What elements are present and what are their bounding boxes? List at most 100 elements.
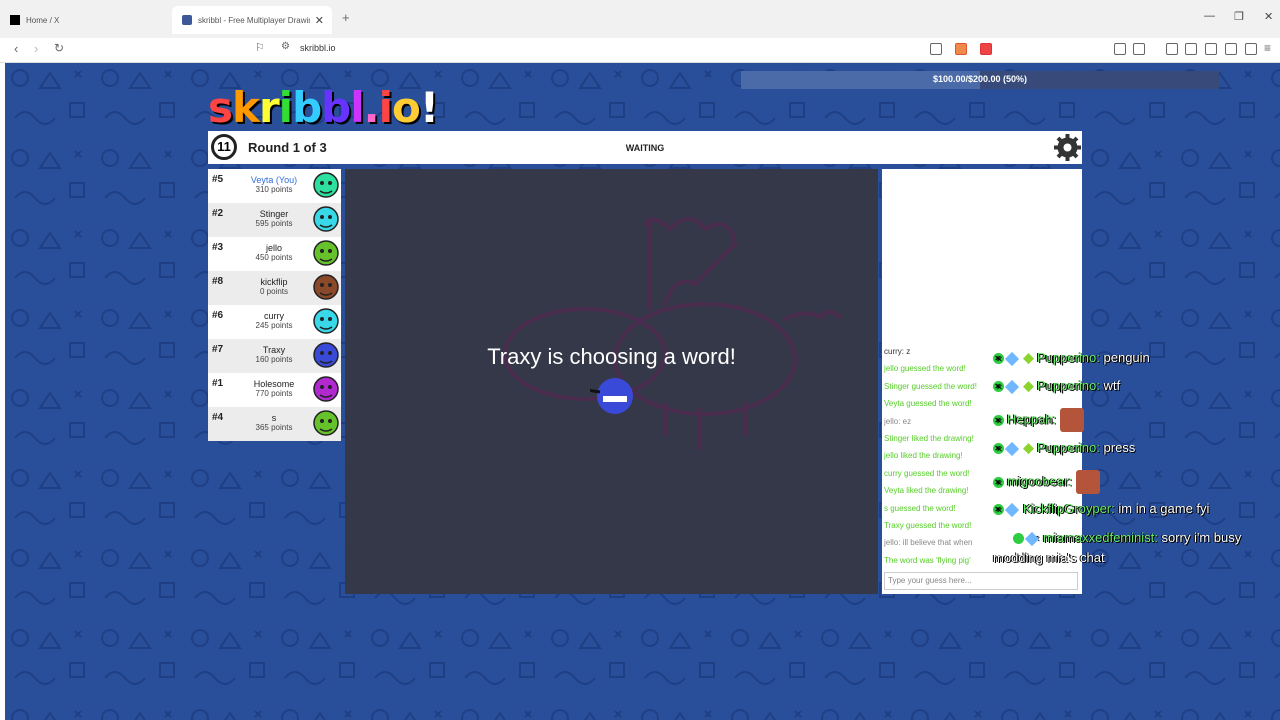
site-info-icon[interactable]: ⚙ [281, 41, 290, 52]
stream-chat-text: im in a game fyi [1118, 501, 1210, 516]
verified-badge-icon [1004, 351, 1020, 366]
emote-icon [1075, 470, 1100, 494]
screenshot-icon[interactable] [1133, 43, 1145, 55]
moderator-badge-icon: ✕ [993, 504, 1004, 516]
player-points: 310 points [255, 185, 293, 194]
bookmark-icon[interactable]: ⚐ [255, 41, 265, 54]
chat-message: curry guessed the word! [884, 468, 970, 478]
chat-message: Stinger guessed the word! [884, 381, 977, 391]
reload-icon[interactable]: ↻ [54, 41, 64, 55]
chat-message: Veyta liked the drawing! [884, 486, 969, 496]
forward-icon[interactable]: › [34, 41, 38, 56]
player-points: 0 points [259, 287, 289, 296]
subscriber-badge-icon [1023, 353, 1034, 365]
guess-input[interactable]: Type your guess here... [884, 572, 1078, 590]
stream-chat-message: ✕ Heppah: [993, 408, 1084, 432]
player-rank: #2 [212, 208, 224, 219]
media-icon[interactable] [1166, 43, 1178, 55]
stream-chat-user: Pupperino: [1037, 378, 1100, 393]
donation-goal-bar: $100.00/$200.00 (50%) [741, 71, 1219, 89]
skribbl-logo: skribbl.io! [208, 83, 439, 132]
player-row[interactable]: #1 Holesome 770 points [208, 373, 341, 407]
player-row[interactable]: #8 kickflip 0 points [208, 271, 341, 305]
chat-message: jello guessed the word! [884, 364, 966, 374]
vpn-icon[interactable] [1245, 43, 1257, 55]
stream-chat-message: ✕miamaxxedfeminist: sorry i'm busy moddi… [993, 528, 1258, 568]
game-header: 11 Round 1 of 3 WAITING [208, 131, 1082, 164]
stream-chat-message: ✕ Pupperino: wtf [993, 378, 1121, 394]
player-avatar [313, 308, 339, 334]
player-points: 595 points [255, 219, 293, 228]
player-list: #5 Veyta (You) 310 points #2 Stinger 595 poin… [208, 169, 341, 441]
stream-chat-message: ✕ migoobear: [993, 470, 1100, 494]
verified-badge-icon [1004, 502, 1020, 517]
brave-shield-icon[interactable] [955, 43, 967, 55]
tab-skribbl[interactable]: skribbl - Free Multiplayer Drawin ✕ [172, 6, 332, 34]
choosing-word-message: Traxy is choosing a word! [487, 344, 736, 369]
player-avatar [313, 206, 339, 232]
stream-chat-message: ✕ Pupperino: penguin [993, 350, 1150, 366]
player-row[interactable]: #6 curry 245 points [208, 305, 341, 339]
new-tab-icon[interactable]: + [342, 10, 350, 25]
tab-title: skribbl - Free Multiplayer Drawin [198, 15, 310, 25]
player-avatar [313, 240, 339, 266]
stream-chat-user: migoobear: [1007, 473, 1073, 489]
maximize-icon[interactable]: ❐ [1234, 10, 1244, 23]
player-rank: #1 [212, 378, 224, 389]
drawing-canvas[interactable]: Traxy is choosing a word! [345, 169, 878, 594]
player-rank: #8 [212, 276, 224, 287]
player-name: Veyta (You) [250, 175, 298, 185]
window-close-icon[interactable]: ✕ [1264, 10, 1273, 23]
stream-chat-user: Heppah: [1007, 411, 1057, 427]
stream-chat-message: ✕ Pupperino: press [993, 440, 1135, 456]
player-row[interactable]: #5 Veyta (You) 310 points [208, 169, 341, 203]
menu-icon[interactable]: ≡ [1264, 41, 1271, 55]
chat-message: Stinger liked the drawing! [884, 434, 974, 443]
extensions-icon[interactable] [1114, 43, 1126, 55]
tab-home-x[interactable]: Home / X [0, 8, 170, 32]
chat-message: Traxy guessed the word! [884, 521, 972, 530]
moderator-badge-icon: ✕ [993, 414, 1004, 426]
stream-chat-message: ✕ KickflipGroyper: im in a game fyi [993, 501, 1210, 517]
stream-chat-text: wtf [1103, 378, 1121, 393]
chat-message: s guessed the word! [884, 503, 956, 513]
wallet-icon[interactable] [1205, 43, 1217, 55]
player-rank: #7 [212, 344, 224, 355]
chat-message: curry: z [884, 347, 911, 356]
share-icon[interactable] [930, 43, 942, 55]
moderator-badge-icon: ✕ [993, 353, 1004, 365]
player-name: curry [264, 311, 284, 321]
close-icon[interactable]: ✕ [315, 14, 324, 27]
player-rank: #3 [212, 242, 224, 253]
chat-message: jello: ill believe that when [884, 538, 973, 548]
player-avatar [313, 376, 339, 402]
stream-chat-user: Pupperino: [1037, 440, 1100, 455]
donation-goal-text: $100.00/$200.00 (50%) [932, 74, 1028, 84]
stream-chat-user: miamaxxedfeminist: [1043, 530, 1158, 545]
browser-tabbar: Home / X skribbl - Free Multiplayer Draw… [0, 0, 1280, 38]
address-bar: ‹ › ↻ ⚐ ⚙ skribbl.io ≡ [0, 38, 1280, 63]
player-points: 450 points [255, 253, 293, 262]
rewards-icon[interactable] [980, 43, 992, 55]
chat-message: The word was 'flying pig' [884, 555, 971, 565]
player-name: Traxy [262, 345, 286, 355]
back-icon[interactable]: ‹ [14, 41, 18, 56]
emote-icon [1059, 408, 1084, 432]
url-field[interactable]: skribbl.io [300, 43, 336, 53]
player-row[interactable]: #3 jello 450 points [208, 237, 341, 271]
player-name: jello [265, 243, 282, 253]
minimize-icon[interactable]: — [1204, 10, 1215, 22]
settings-gear-icon[interactable] [1053, 133, 1082, 162]
player-row[interactable]: #4 s 365 points [208, 407, 341, 441]
player-avatar [313, 342, 339, 368]
x-logo-icon [10, 15, 20, 25]
verified-badge-icon [1004, 379, 1020, 394]
sidebar-icon[interactable] [1185, 43, 1197, 55]
player-avatar [313, 410, 339, 436]
game-status: WAITING [625, 143, 665, 153]
player-row[interactable]: #7 Traxy 160 points [208, 339, 341, 373]
leo-icon[interactable] [1225, 43, 1237, 55]
player-row[interactable]: #2 Stinger 595 points [208, 203, 341, 237]
player-avatar [313, 172, 339, 198]
player-name: Stinger [259, 209, 289, 219]
